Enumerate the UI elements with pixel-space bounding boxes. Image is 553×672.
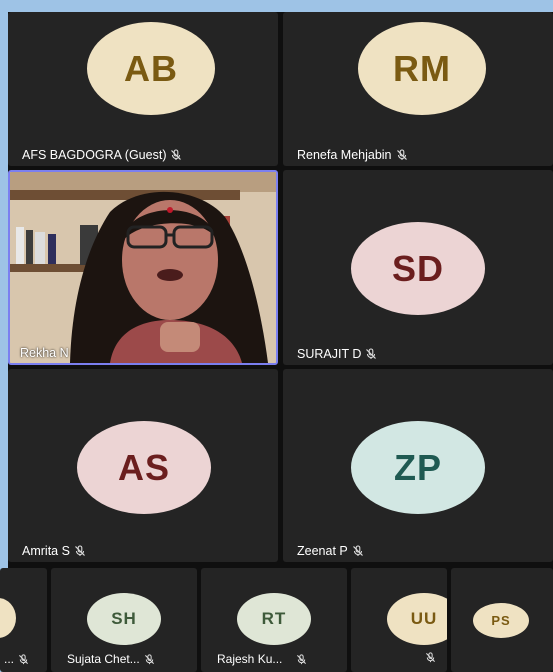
participant-tile-sd[interactable]: SD SURAJIT D [283,170,553,365]
participant-name-row: Rajesh Ku... [217,652,307,666]
participant-name: Zeenat P [297,544,348,558]
thumbnail-tile-partial[interactable]: ... [0,568,47,672]
participant-name-row: Rekha N [20,346,69,360]
muted-mic-icon [365,348,377,360]
participant-name: Rekha N [20,346,69,360]
participant-name: Rajesh Ku... [217,652,283,666]
muted-mic-icon [425,652,436,663]
participant-tile-zp[interactable]: ZP Zeenat P [283,369,553,562]
muted-mic-icon [74,545,86,557]
participant-name: Sujata Chet... [67,652,140,666]
avatar-initials: RM [393,47,451,89]
participant-name-row: Renefa Mehjabin [297,148,408,162]
thumbnail-tile-rt[interactable]: RT Rajesh Ku... [201,568,347,672]
thumbnail-tile-ps[interactable]: PS [451,568,553,672]
thumbnail-tile-uu[interactable]: UU [351,568,447,672]
participant-video-tile-rekha[interactable]: Rekha N [8,170,278,365]
participant-tile-rm[interactable]: RM Renefa Mehjabin [283,12,553,166]
muted-mic-icon [144,653,155,665]
muted-mic-icon [296,653,307,665]
participant-tile-as[interactable]: AS Amrita S [8,369,278,562]
avatar: UU [387,593,447,645]
avatar-initials: ZP [393,446,442,488]
avatar: AS [77,421,211,514]
participant-name-row: Sujata Chet... [67,652,155,666]
avatar: PS [473,603,529,638]
avatar-initials: RT [261,609,287,628]
avatar-initials: AS [117,446,170,488]
participant-name-row: Zeenat P [297,544,364,558]
muted-mic-icon [396,149,408,161]
avatar: SD [351,222,485,315]
video-feed [10,172,276,363]
avatar: RM [358,22,486,115]
participant-name-row: Amrita S [22,544,86,558]
avatar: AB [87,22,215,115]
meeting-grid: AB AFS BAGDOGRA (Guest) RM Renefa Mehjab… [0,12,553,672]
participant-name: Amrita S [22,544,70,558]
participant-tile-ab[interactable]: AB AFS BAGDOGRA (Guest) [8,12,278,166]
avatar: ZP [351,421,485,514]
participant-name-row: ... [4,652,29,666]
thumbnail-tile-sh[interactable]: SH Sujata Chet... [51,568,197,672]
avatar [0,598,16,638]
participant-name: SURAJIT D [297,347,362,361]
participant-name: ... [4,652,15,666]
avatar-initials: UU [410,609,438,628]
avatar-initials: AB [124,47,178,89]
participant-name-row: SURAJIT D [297,347,377,361]
avatar-initials: SH [111,609,137,628]
avatar: RT [237,593,311,645]
avatar: SH [87,593,161,645]
muted-mic-icon [170,149,182,161]
participant-name: AFS BAGDOGRA (Guest) [22,148,167,162]
participant-name: Renefa Mehjabin [297,148,392,162]
muted-mic-icon [352,545,364,557]
muted-mic-icon [18,653,29,665]
participant-name-row [425,652,436,663]
avatar-initials: PS [491,613,511,628]
avatar-initials: SD [391,247,444,289]
participant-name-row: AFS BAGDOGRA (Guest) [22,148,182,162]
